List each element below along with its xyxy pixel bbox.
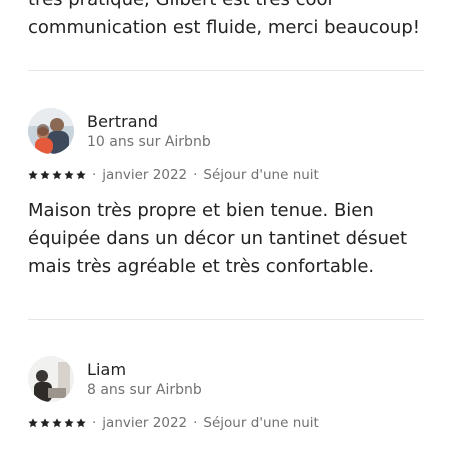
review-date: janvier 2022 [102, 415, 188, 431]
meta-separator: · [193, 167, 198, 183]
reviewer-name[interactable]: Liam [87, 360, 202, 380]
review-header: Liam 8 ans sur Airbnb [28, 355, 428, 403]
review-text: Maison très propre et bien tenue. Bien é… [28, 200, 408, 277]
avatar[interactable] [28, 356, 74, 402]
review-meta: · janvier 2022 · Séjour d'une nuit [28, 415, 428, 431]
avatar[interactable] [28, 108, 74, 154]
previous-review-line-1: très pratique, Gilbert est très cool [28, 0, 428, 14]
reviewer-tenure: 10 ans sur Airbnb [87, 133, 211, 150]
rating-stars [28, 418, 86, 428]
reviewer-info: Liam 8 ans sur Airbnb [87, 360, 202, 399]
review-card: Liam 8 ans sur Airbnb · janvier 2022 · S… [28, 355, 428, 431]
reviewer-name[interactable]: Bertrand [87, 112, 211, 132]
review-card: Bertrand 10 ans sur Airbnb · janvier 202… [28, 107, 428, 281]
reviews-page: très pratique, Gilbert est très cool com… [0, 0, 450, 450]
star-icon [64, 418, 74, 428]
reviewer-info: Bertrand 10 ans sur Airbnb [87, 112, 211, 151]
meta-separator: · [92, 167, 97, 183]
previous-review-text: très pratique, Gilbert est très cool com… [28, 0, 428, 42]
meta-separator: · [193, 415, 198, 431]
star-icon [28, 170, 38, 180]
review-divider [28, 70, 424, 71]
user-photo-icon [28, 356, 74, 402]
review-meta: · janvier 2022 · Séjour d'une nuit [28, 167, 428, 183]
star-icon [76, 418, 86, 428]
stay-type: Séjour d'une nuit [203, 415, 319, 431]
star-icon [52, 170, 62, 180]
star-icon [40, 170, 50, 180]
user-photo-icon [28, 108, 74, 154]
review-header: Bertrand 10 ans sur Airbnb [28, 107, 428, 155]
star-icon [52, 418, 62, 428]
star-icon [76, 170, 86, 180]
star-icon [40, 418, 50, 428]
stay-type: Séjour d'une nuit [203, 167, 319, 183]
star-icon [64, 170, 74, 180]
review-date: janvier 2022 [102, 167, 188, 183]
meta-separator: · [92, 415, 97, 431]
review-divider [28, 319, 424, 320]
star-icon [28, 418, 38, 428]
rating-stars [28, 170, 86, 180]
previous-review-line-2: communication est fluide, merci beaucoup… [28, 17, 420, 38]
reviewer-tenure: 8 ans sur Airbnb [87, 381, 202, 398]
